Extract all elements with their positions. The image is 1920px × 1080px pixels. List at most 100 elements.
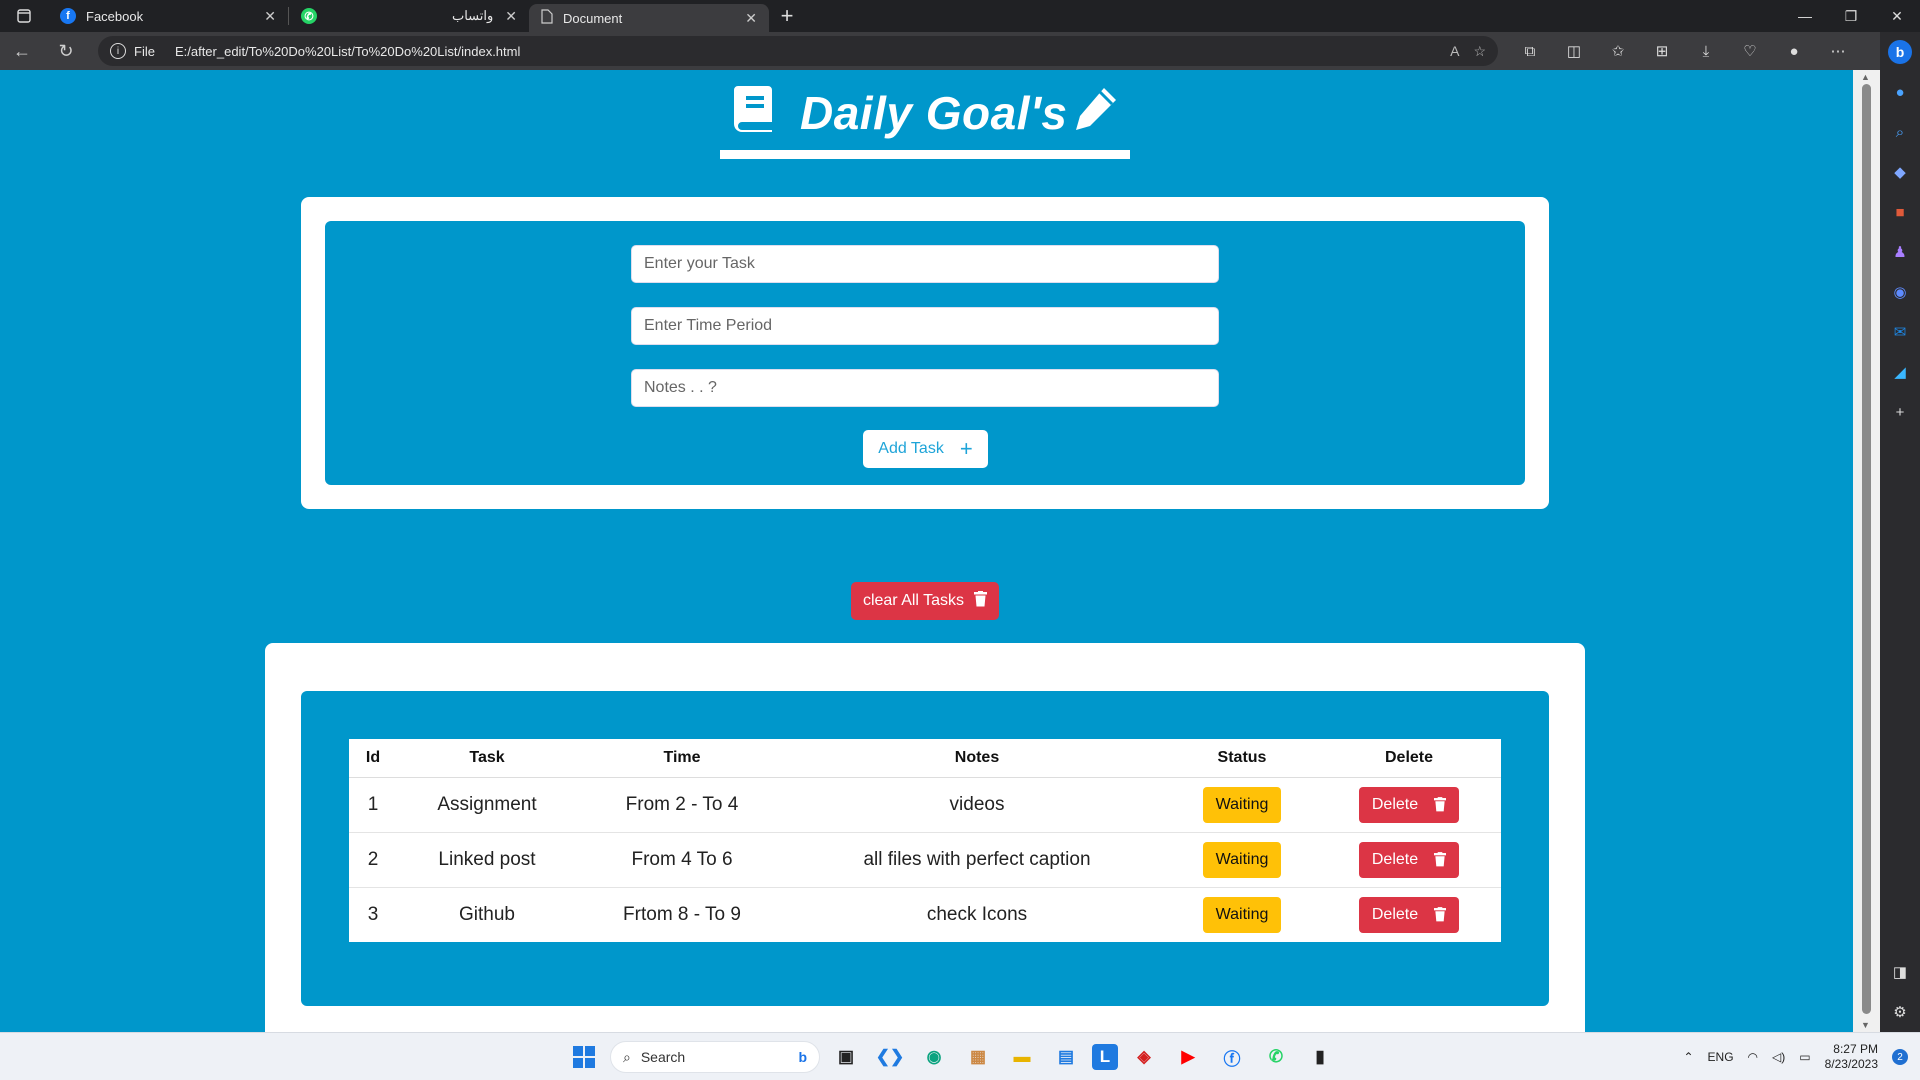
- restore-icon[interactable]: ❐: [1828, 0, 1874, 32]
- favorites-icon[interactable]: ✩: [1596, 32, 1640, 70]
- close-icon[interactable]: ✕: [264, 8, 276, 25]
- tools-icon[interactable]: ■: [1880, 192, 1920, 232]
- trash-icon: [1434, 907, 1447, 922]
- edge-icon[interactable]: ◉: [916, 1039, 952, 1075]
- clock[interactable]: 8:27 PM 8/23/2023: [1825, 1042, 1878, 1072]
- scroll-thumb[interactable]: [1862, 84, 1871, 1014]
- trash-icon: [974, 590, 988, 612]
- task-time: From 2 - To 4: [577, 777, 787, 833]
- add-task-label: Add Task: [878, 440, 944, 457]
- wifi-icon[interactable]: ◠: [1748, 1050, 1758, 1064]
- taskbar-search[interactable]: ⌕ Search b: [610, 1041, 820, 1073]
- l-app-icon[interactable]: L: [1092, 1044, 1118, 1070]
- scroll-down-icon[interactable]: ▼: [1861, 1020, 1870, 1030]
- office-icon[interactable]: ◉: [1880, 272, 1920, 312]
- whatsapp-icon[interactable]: ✆: [1258, 1039, 1294, 1075]
- url-field[interactable]: i File E:/after_edit/To%20Do%20List/To%2…: [98, 36, 1498, 66]
- close-icon[interactable]: ✕: [745, 10, 757, 27]
- search-icon[interactable]: ⌕: [1880, 112, 1920, 152]
- new-tab-button[interactable]: +: [769, 3, 805, 29]
- delete-label: Delete: [1371, 795, 1419, 813]
- delete-button[interactable]: Delete: [1358, 896, 1460, 933]
- add-icon[interactable]: +: [1880, 392, 1920, 432]
- whatsapp-icon: ✆: [301, 8, 317, 24]
- task-notes: all files with perfect caption: [787, 832, 1167, 888]
- tab-document[interactable]: Document ✕: [529, 4, 769, 32]
- games-icon[interactable]: ♟: [1880, 232, 1920, 272]
- tab-title: Document: [563, 10, 623, 26]
- page-viewport: Daily Goal's Add Task + clear All Tasks: [0, 70, 1853, 1032]
- start-icon[interactable]: [566, 1039, 602, 1075]
- drop-icon[interactable]: ◢: [1880, 352, 1920, 392]
- status-badge[interactable]: Waiting: [1202, 896, 1282, 933]
- shopping-icon[interactable]: ◆: [1880, 152, 1920, 192]
- delete-cell: Delete: [1317, 887, 1501, 942]
- mcafee-icon[interactable]: ◈: [1126, 1039, 1162, 1075]
- facebook-icon: f: [60, 8, 76, 24]
- time-period-input[interactable]: [631, 307, 1219, 345]
- file-explorer-icon[interactable]: ▬: [1004, 1039, 1040, 1075]
- split-screen-icon[interactable]: ◫: [1552, 32, 1596, 70]
- info-icon[interactable]: i: [110, 43, 126, 59]
- close-window-icon[interactable]: ✕: [1874, 0, 1920, 32]
- collections-icon[interactable]: ⊞: [1640, 32, 1684, 70]
- store-icon[interactable]: ▤: [1048, 1039, 1084, 1075]
- language-indicator[interactable]: ENG: [1708, 1050, 1734, 1064]
- outlook-icon[interactable]: ✉: [1880, 312, 1920, 352]
- vscode-icon[interactable]: ❮❯: [872, 1039, 908, 1075]
- downloads-icon[interactable]: ⤓: [1684, 32, 1728, 70]
- facebook-icon[interactable]: ⓕ: [1214, 1039, 1250, 1075]
- trash-icon: [1434, 797, 1447, 812]
- pencil-icon: [1070, 84, 1120, 139]
- bing-icon[interactable]: b: [1880, 32, 1920, 72]
- minimize-icon[interactable]: —: [1782, 0, 1828, 32]
- clear-all-tasks-button[interactable]: clear All Tasks: [851, 582, 999, 620]
- battery-icon[interactable]: ▭: [1799, 1050, 1810, 1064]
- page-scrollbar[interactable]: ▲ ▼: [1853, 70, 1880, 1032]
- delete-button[interactable]: Delete: [1358, 786, 1460, 823]
- favorite-star-icon[interactable]: ☆: [1473, 43, 1486, 60]
- notification-badge[interactable]: 2: [1892, 1049, 1908, 1065]
- refresh-icon[interactable]: ↻: [44, 41, 88, 62]
- tab-whatsapp[interactable]: ✆ واتساب ✕: [289, 0, 529, 32]
- profile-icon[interactable]: ●: [1772, 32, 1816, 70]
- document-icon: [541, 9, 553, 27]
- back-icon[interactable]: ←: [0, 41, 44, 62]
- page-title: Daily Goal's: [800, 87, 1068, 139]
- extensions-icon[interactable]: ⧉: [1508, 32, 1552, 70]
- app-grid-icon[interactable]: ▦: [960, 1039, 996, 1075]
- status-badge[interactable]: Waiting: [1202, 786, 1282, 823]
- terminal-icon[interactable]: ▮: [1302, 1039, 1338, 1075]
- taskbar-apps: ⌕ Search b ▣ ❮❯ ◉ ▦ ▬ ▤ L ◈ ▶ ⓕ ✆ ▮: [566, 1033, 1338, 1080]
- plus-icon: +: [959, 436, 973, 461]
- tab-actions-icon[interactable]: [0, 0, 48, 32]
- tasks-table: Id Task Time Notes Status Delete 1 Assig…: [349, 739, 1501, 942]
- youtube-icon[interactable]: ▶: [1170, 1039, 1206, 1075]
- clear-all-label: clear All Tasks: [862, 592, 965, 609]
- delete-button[interactable]: Delete: [1358, 841, 1460, 878]
- notifications-icon[interactable]: ●: [1880, 72, 1920, 112]
- read-aloud-icon[interactable]: A: [1450, 43, 1459, 60]
- task-name: Assignment: [397, 777, 577, 833]
- volume-icon[interactable]: ◁): [1772, 1050, 1785, 1064]
- task-id: 3: [367, 903, 379, 925]
- task-name: Github: [459, 903, 515, 925]
- status-badge[interactable]: Waiting: [1202, 841, 1282, 878]
- tasks-table-wrapper: Id Task Time Notes Status Delete 1 Assig…: [349, 739, 1501, 942]
- close-icon[interactable]: ✕: [505, 8, 517, 25]
- browser-toolbar: ⧉ ◫ ✩ ⊞ ⤓ ♡ ● ⋯: [1508, 32, 1860, 70]
- performance-icon[interactable]: ♡: [1728, 32, 1772, 70]
- chevron-up-icon[interactable]: ⌃: [1683, 1050, 1693, 1064]
- more-menu-icon[interactable]: ⋯: [1816, 32, 1860, 70]
- task-input[interactable]: [631, 245, 1219, 283]
- task-view-icon[interactable]: ▣: [828, 1039, 864, 1075]
- settings-icon[interactable]: ⚙: [1880, 992, 1920, 1032]
- column-header-id: Id: [349, 739, 397, 778]
- scroll-up-icon[interactable]: ▲: [1861, 72, 1870, 82]
- tab-facebook[interactable]: f Facebook ✕: [48, 0, 288, 32]
- tasks-card: Id Task Time Notes Status Delete 1 Assig…: [265, 643, 1585, 1032]
- notes-input[interactable]: [631, 369, 1219, 407]
- sidebar-toggle-icon[interactable]: ◨: [1880, 952, 1920, 992]
- add-task-button[interactable]: Add Task +: [863, 430, 988, 468]
- task-form-card: Add Task +: [301, 197, 1549, 509]
